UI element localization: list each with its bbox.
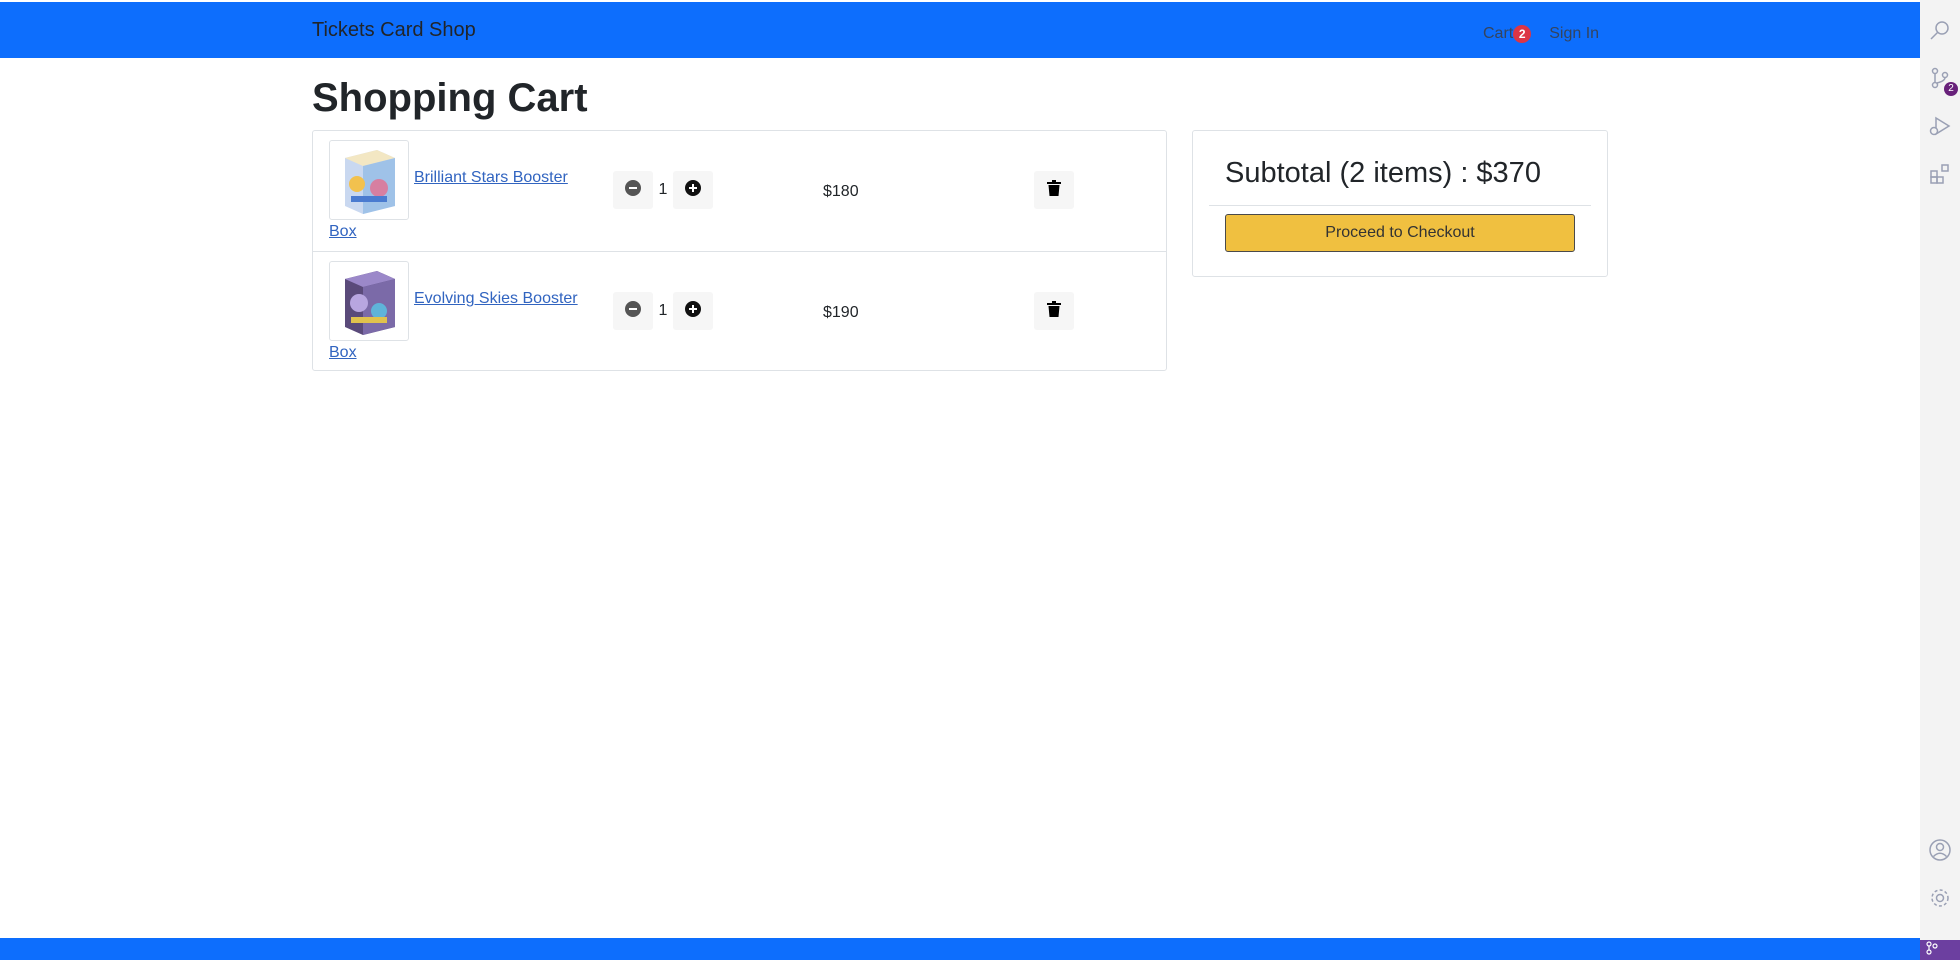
- quantity-value: 1: [658, 181, 668, 198]
- cart-label: Cart: [1483, 25, 1514, 42]
- trash-icon: [1047, 300, 1061, 322]
- subtotal-text: Subtotal (2 items) : $370: [1225, 157, 1541, 189]
- remove-item-button[interactable]: [1034, 171, 1074, 209]
- plus-circle-icon: [685, 300, 701, 322]
- increase-quantity-button[interactable]: [673, 171, 713, 209]
- remote-indicator[interactable]: [1920, 940, 1960, 960]
- proceed-to-checkout-button[interactable]: Proceed to Checkout: [1225, 214, 1575, 252]
- brand-link[interactable]: Tickets Card Shop: [312, 19, 476, 42]
- cart-link[interactable]: Cart 2: [1483, 25, 1532, 43]
- extensions-icon[interactable]: [1928, 162, 1952, 186]
- page-title: Shopping Cart: [312, 76, 588, 120]
- product-name-link[interactable]: Brilliant Stars Booster: [414, 169, 594, 187]
- increase-quantity-button[interactable]: [673, 292, 713, 330]
- summary-divider: [1209, 205, 1591, 206]
- run-debug-icon[interactable]: [1928, 114, 1952, 138]
- product-name-link-continued[interactable]: Box: [329, 223, 357, 241]
- quantity-stepper: 1: [613, 292, 713, 330]
- item-price: $180: [823, 183, 859, 200]
- product-name-link-continued[interactable]: Box: [329, 344, 357, 362]
- search-icon[interactable]: [1928, 18, 1952, 42]
- decrease-quantity-button[interactable]: [613, 171, 653, 209]
- sign-in-link[interactable]: Sign In: [1549, 25, 1599, 43]
- navbar: Tickets Card Shop Cart 2 Sign In: [0, 2, 1920, 58]
- activity-bar: 2: [1920, 0, 1960, 960]
- source-control-badge: 2: [1944, 82, 1958, 96]
- quantity-stepper: 1: [613, 171, 713, 209]
- remove-item-button[interactable]: [1034, 292, 1074, 330]
- cart-item-row: Brilliant Stars Booster Box 1 $180: [313, 131, 1166, 252]
- page: Tickets Card Shop Cart 2 Sign In Shopping…: [0, 0, 1920, 960]
- plus-circle-icon: [685, 179, 701, 201]
- account-icon[interactable]: [1928, 838, 1952, 862]
- trash-icon: [1047, 179, 1061, 201]
- quantity-value: 1: [658, 302, 668, 319]
- cart-item-row: Evolving Skies Booster Box 1 $190: [313, 251, 1166, 373]
- nav-right: Cart 2 Sign In: [1483, 22, 1599, 46]
- product-name-link[interactable]: Evolving Skies Booster: [414, 290, 594, 308]
- booster-box-image[interactable]: [329, 261, 409, 341]
- decrease-quantity-button[interactable]: [613, 292, 653, 330]
- cart-items-list: Brilliant Stars Booster Box 1 $180 Evolv…: [312, 130, 1167, 371]
- minus-circle-icon: [625, 179, 641, 201]
- order-summary-card: Subtotal (2 items) : $370 Proceed to Che…: [1192, 130, 1608, 277]
- cart-count-badge: 2: [1513, 25, 1532, 43]
- minus-circle-icon: [625, 300, 641, 322]
- footer-bar: [0, 938, 1920, 960]
- booster-box-image[interactable]: [329, 140, 409, 220]
- remote-branch-icon: [1926, 940, 1938, 960]
- item-price: $190: [823, 304, 859, 321]
- settings-gear-icon[interactable]: [1928, 886, 1952, 910]
